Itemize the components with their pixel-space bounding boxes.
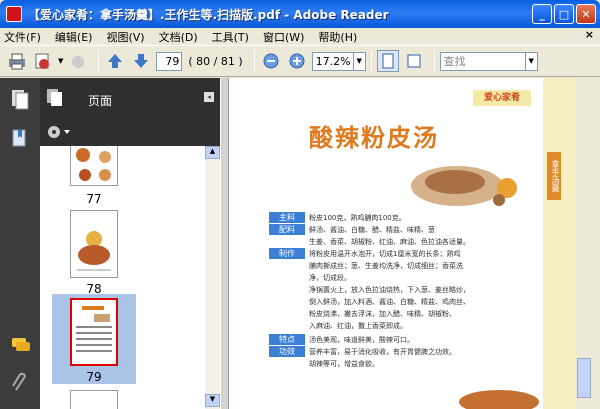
search-dropdown-icon[interactable]: ▼ xyxy=(525,51,538,71)
options-gear-icon[interactable] xyxy=(46,124,72,143)
pdf-icon xyxy=(35,53,49,69)
create-pdf-button[interactable] xyxy=(32,50,54,72)
menu-bar: 文件(F) 编辑(E) 视图(V) 文档(D) 工具(T) 窗口(W) 帮助(H… xyxy=(0,28,600,45)
zoom-in-button[interactable] xyxy=(286,50,308,72)
section-badge: 制作 xyxy=(269,248,305,259)
recipe-text-line: 净锅置火上，放入色拉油烧热，下入葱、姜丝略炒， xyxy=(309,286,470,294)
recipe-text-line: 鲜汤、酱油、白糖、醋、精盐、味精、葱 xyxy=(309,226,435,234)
minimize-button[interactable]: _ xyxy=(532,4,552,24)
recipe-text-line: 粉皮烧沸，撇去浮沫，加入醋、味精、胡椒粉、 xyxy=(309,310,456,318)
menu-view[interactable]: 视图(V) xyxy=(106,29,144,45)
scroll-down-icon[interactable]: ▼ xyxy=(205,394,220,407)
recipe-text-line: 胡辣等可，增益食欲。 xyxy=(309,360,379,368)
recipe-text-line: 营养丰富，易于消化吸收，有开胃健脾之功效。 xyxy=(309,348,456,356)
recipe-text-line: 倒入鲜汤，加入料酒、酱油、白糖、精盐、鸡肉丝、 xyxy=(309,298,470,306)
adobe-reader-icon xyxy=(6,6,22,22)
comments-icon[interactable] xyxy=(10,336,32,357)
recipe-text-line: 将粉皮用温开水泡开，切成1厘米宽的长条；熟鸡 xyxy=(309,250,461,258)
scroll-up-icon[interactable]: ▲ xyxy=(205,146,220,159)
panel-title: 页面 xyxy=(88,94,113,108)
window-title: 【爱心家肴：拿手汤羹】.王作生等.扫描版.pdf - Adobe Reader xyxy=(28,7,389,22)
thumbnail-78[interactable] xyxy=(70,210,118,278)
thumbnail-label: 77 xyxy=(86,192,102,206)
thumbnail-label: 79 xyxy=(86,370,102,384)
scroll-thumb[interactable] xyxy=(577,358,591,398)
thumbnail-80[interactable] xyxy=(70,390,118,409)
series-tab: 拿手汤羹 xyxy=(547,152,561,200)
recipe-text-line: 脯肉撕成丝；葱、生姜均洗净，切成细丝；香菜洗 xyxy=(309,262,463,270)
panel-options-bar xyxy=(40,118,220,146)
section-badge: 特点 xyxy=(269,334,305,345)
section-badge: 功效 xyxy=(269,346,305,357)
fit-width-button[interactable] xyxy=(403,50,425,72)
recipe-text-line: 粉皮100克，熟鸡脯肉100克。 xyxy=(309,214,406,222)
panel-splitter[interactable] xyxy=(220,78,229,409)
section-badge: 主料 xyxy=(269,212,305,223)
previous-page-button[interactable] xyxy=(104,50,126,72)
menu-document[interactable]: 文档(D) xyxy=(159,29,198,45)
zoom-out-button[interactable] xyxy=(260,50,282,72)
food-photo xyxy=(411,166,517,206)
print-button[interactable] xyxy=(6,50,28,72)
close-button[interactable]: ✕ xyxy=(576,4,596,24)
printer-icon xyxy=(9,53,25,70)
menu-tools[interactable]: 工具(T) xyxy=(212,29,249,45)
bookmarks-icon[interactable] xyxy=(10,128,30,153)
maximize-button[interactable]: □ xyxy=(554,4,574,24)
recipe-text-line: 入麻油、红油，撒上香菜即成。 xyxy=(309,322,407,330)
document-scrollbar[interactable] xyxy=(575,78,600,409)
recipe-text-line: 生姜、香菜、胡椒粉、红油、麻油、色拉油各适量。 xyxy=(309,238,470,246)
menu-window[interactable]: 窗口(W) xyxy=(263,29,304,45)
search-input[interactable]: 查找 xyxy=(439,51,526,71)
menu-edit[interactable]: 编辑(E) xyxy=(55,29,93,45)
thumbnail-77[interactable] xyxy=(70,146,118,186)
food-photo-bottom xyxy=(459,390,539,409)
recipe-text-line: 汤色美观，味道鲜美，酸辣可口。 xyxy=(309,336,414,344)
document-close-icon[interactable]: × xyxy=(585,28,594,41)
fit-page-icon xyxy=(382,53,394,69)
hand-tool-button[interactable] xyxy=(67,50,89,72)
toolbar: ▼ 79 ( 80 / 81 ) 17.2% ▼ 查找 ▼ xyxy=(0,45,600,77)
arrow-down-icon xyxy=(134,54,149,68)
page-thumbnails: 77 78 79 xyxy=(40,146,206,409)
thumbnail-scrollbar[interactable]: ▲ ▼ xyxy=(205,146,220,409)
document-page: 爱心家肴 酸辣粉皮汤 拿手汤羹 主料 粉皮100克，熟鸡脯肉100克。 配料 鲜汤、酱… xyxy=(229,78,575,409)
fit-page-button[interactable] xyxy=(376,50,399,72)
arrow-up-icon xyxy=(108,54,123,68)
collapse-panel-icon[interactable]: ◂ xyxy=(204,92,214,102)
menu-file[interactable]: 文件(F) xyxy=(4,29,41,45)
recipe-text-line: 净，切成段。 xyxy=(309,274,351,282)
zoom-level-input[interactable]: 17.2% xyxy=(311,51,354,71)
pages-panel-icon[interactable] xyxy=(10,88,30,113)
thumbnail-79[interactable] xyxy=(70,298,118,366)
pages-icon xyxy=(46,88,64,111)
page-count: ( 80 / 81 ) xyxy=(188,54,243,68)
hand-icon xyxy=(72,56,85,68)
fit-width-icon xyxy=(407,54,421,68)
title-bar: 【爱心家肴：拿手汤羹】.王作生等.扫描版.pdf - Adobe Reader … xyxy=(0,0,600,28)
side-band xyxy=(543,78,575,409)
panel-header: 页面 ◂ xyxy=(40,78,220,118)
zoom-out-icon xyxy=(263,53,279,69)
recipe-title: 酸辣粉皮汤 xyxy=(309,123,439,152)
navigation-strip xyxy=(0,78,40,409)
zoom-dropdown-icon[interactable]: ▼ xyxy=(353,51,366,71)
attachments-icon[interactable] xyxy=(10,372,30,397)
section-badge: 配料 xyxy=(269,224,305,235)
zoom-in-icon xyxy=(289,53,305,69)
page-number-input[interactable]: 79 xyxy=(156,51,183,71)
menu-help[interactable]: 帮助(H) xyxy=(318,29,357,45)
next-page-button[interactable] xyxy=(130,50,152,72)
brand-label: 爱心家肴 xyxy=(473,90,531,106)
